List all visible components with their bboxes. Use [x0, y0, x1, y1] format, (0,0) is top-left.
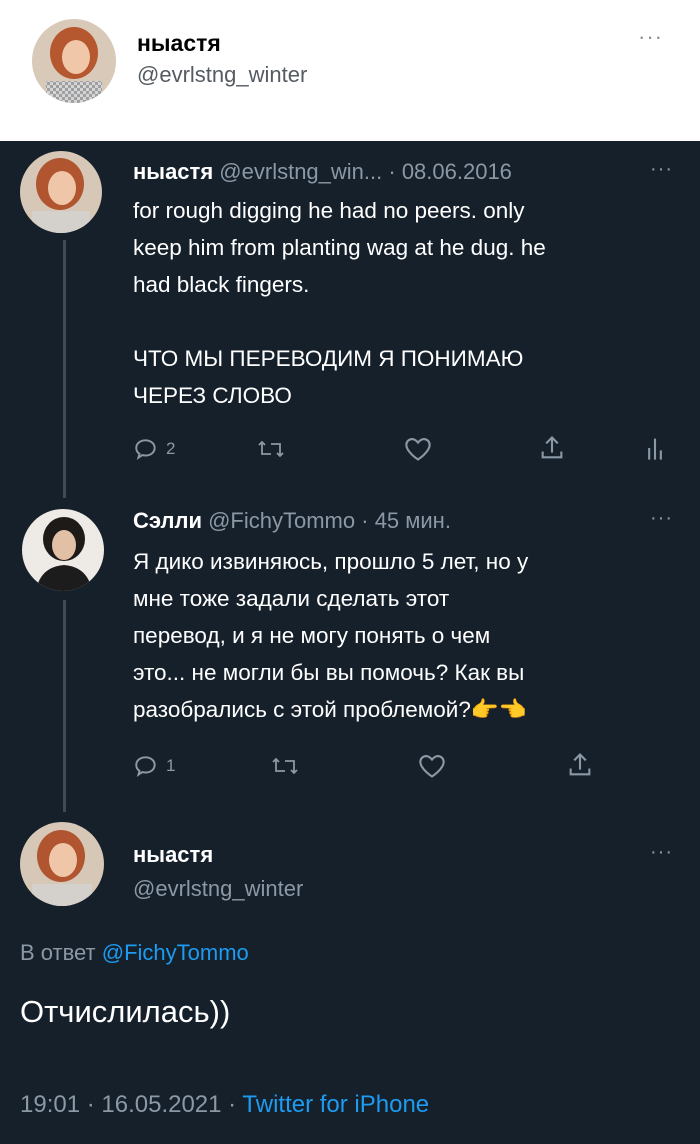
reply-count: 1 [166, 756, 176, 775]
more-icon[interactable]: ··· [650, 507, 673, 530]
retweet-button[interactable] [256, 436, 286, 462]
avatar[interactable] [32, 19, 116, 103]
tweet-footer: 19:01 · 16.05.2021 · Twitter for iPhone [20, 1091, 429, 1119]
more-icon[interactable]: ··· [650, 158, 673, 181]
reply-icon [135, 439, 156, 460]
tweet-line: for rough digging he had no peers. only [133, 198, 525, 223]
like-button[interactable] [418, 753, 446, 779]
tweet-line: Я дико извиняюсь, прошло 5 лет, но у [133, 549, 529, 574]
reply-button[interactable]: 2 [133, 436, 175, 462]
reply-count: 2 [166, 439, 176, 458]
retweet-icon [272, 757, 298, 775]
tweet-author-handle[interactable]: @evrlstng_win... [219, 159, 382, 184]
thread-line [63, 240, 66, 498]
reply-context: В ответ @FichyTommo [20, 940, 249, 966]
avatar[interactable] [20, 822, 104, 906]
tweet-time: · 45 мин. [361, 508, 451, 533]
more-icon[interactable]: ··· [638, 24, 663, 50]
profile-name[interactable]: ныастя [137, 30, 221, 57]
more-icon[interactable]: ··· [650, 841, 673, 864]
like-button[interactable] [404, 436, 432, 462]
tweet-header: ныастя @evrlstng_win... · 08.06.2016 [133, 159, 512, 185]
tweet-line: мне тоже задали сделать этот [133, 586, 450, 611]
analytics-button[interactable] [645, 434, 665, 462]
reply-to-link[interactable]: @FichyTommo [102, 940, 249, 965]
tweet-line: had black fingers. [133, 272, 310, 297]
tweet-author-name[interactable]: ныастя [133, 842, 213, 868]
profile-header: ныастя @evrlstng_winter ··· [0, 0, 700, 141]
share-icon [541, 436, 563, 459]
tweet-line: разобрались с этой проблемой?👉👈 [133, 697, 527, 722]
tweet-text: Я дико извиняюсь, прошло 5 лет, но у мне… [133, 543, 683, 728]
tweet-line: keep him from planting wag at he dug. he [133, 235, 546, 260]
like-icon [405, 438, 431, 461]
analytics-icon [648, 438, 662, 460]
tweet-text: Отчислилась)) [20, 994, 231, 1029]
tweet-date: · 08.06.2016 [388, 159, 512, 184]
tweet-line: ЧТО МЫ ПЕРЕВОДИМ Я ПОНИМАЮ [133, 346, 524, 371]
reply-icon [135, 756, 156, 777]
tweet-line: это... не могли бы вы помочь? Как вы [133, 660, 525, 685]
tweet-text: for rough digging he had no peers. only … [133, 192, 678, 414]
share-icon [569, 753, 591, 776]
retweet-icon [258, 440, 284, 458]
thread-line [63, 600, 66, 812]
reply-prefix: В ответ [20, 940, 96, 965]
share-button[interactable] [566, 751, 594, 779]
client-link[interactable]: Twitter for iPhone [242, 1091, 429, 1118]
tweet-timestamp: 19:01 · 16.05.2021 · [20, 1091, 237, 1118]
like-icon [419, 755, 445, 778]
avatar[interactable] [22, 509, 104, 591]
tweet-line [133, 303, 678, 340]
tweet-line: перевод, и я не могу понять о чем [133, 623, 491, 648]
retweet-button[interactable] [270, 753, 300, 779]
reply-button[interactable]: 1 [133, 753, 175, 779]
share-button[interactable] [538, 434, 566, 462]
tweet-header: Сэлли @FichyTommo · 45 мин. [133, 508, 451, 534]
tweet-line: ЧЕРЕЗ СЛОВО [133, 383, 292, 408]
avatar[interactable] [20, 151, 102, 233]
tweet-author-name[interactable]: Сэлли [133, 508, 202, 533]
tweet-author-handle[interactable]: @FichyTommo [208, 508, 355, 533]
tweet-author-handle[interactable]: @evrlstng_winter [133, 876, 303, 902]
tweet-author-name[interactable]: ныастя [133, 159, 213, 184]
profile-handle[interactable]: @evrlstng_winter [137, 62, 307, 88]
